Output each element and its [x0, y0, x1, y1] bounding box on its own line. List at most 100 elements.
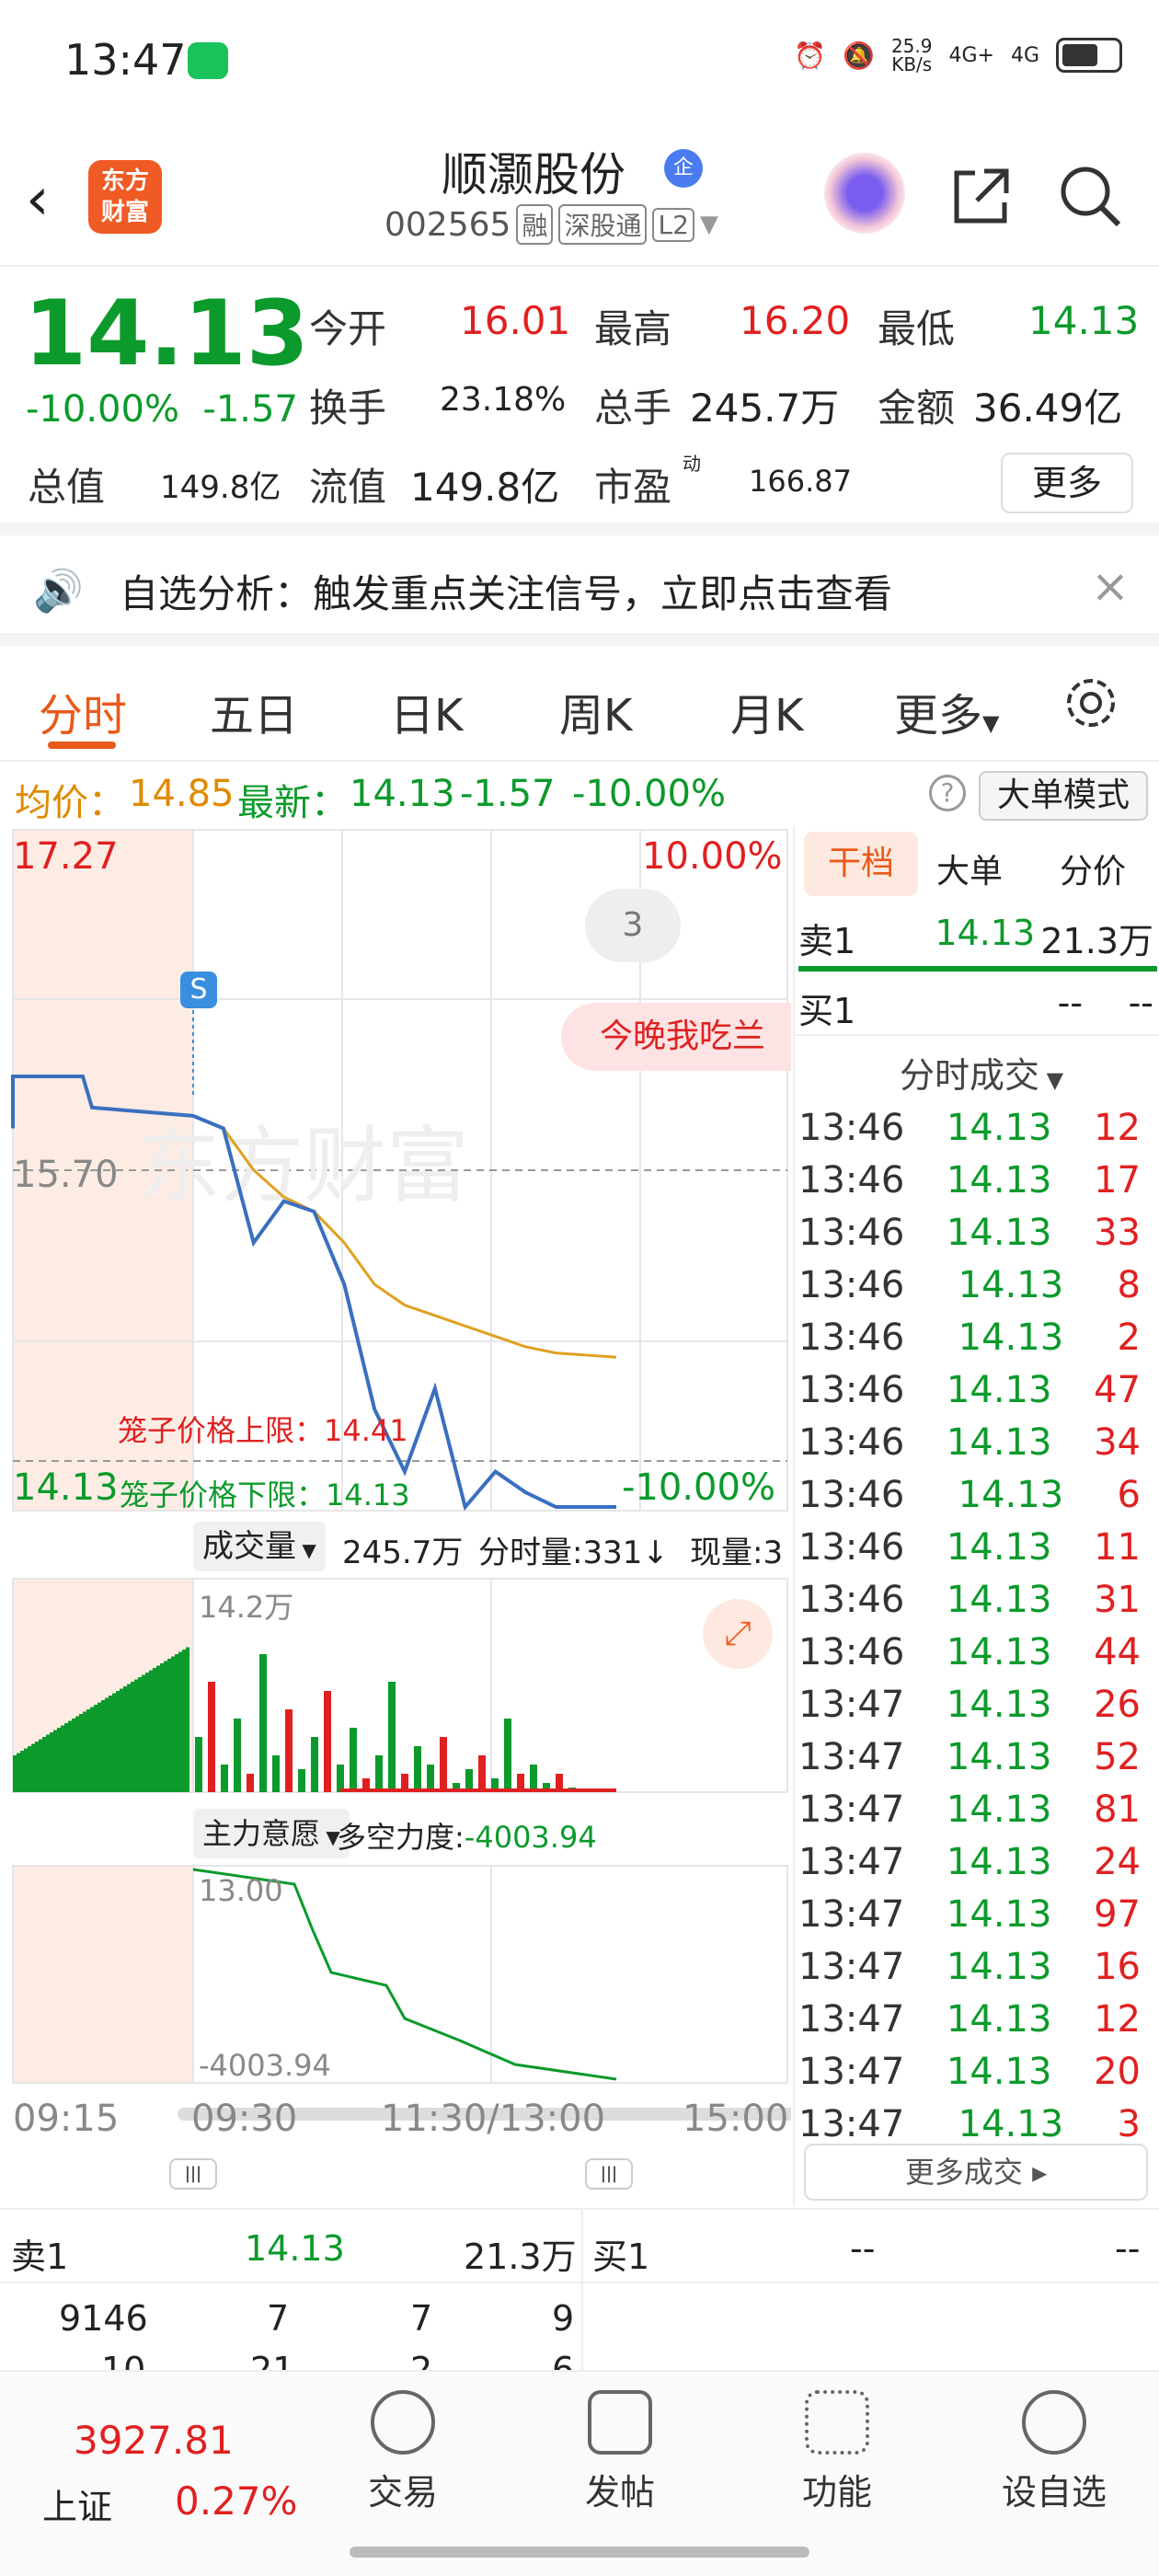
stock-code-row[interactable]: 002565 融 深股通 L2 ▼: [384, 204, 718, 245]
time-open: 09:30: [191, 2098, 298, 2140]
tick-price: 14.13: [958, 1474, 1064, 1516]
nav-post[interactable]: 发帖: [537, 2390, 703, 2514]
tab-intraday[interactable]: 分时: [39, 679, 127, 743]
high-label: 最高: [594, 306, 672, 351]
tab-monthly-k[interactable]: 月K: [730, 679, 803, 743]
nav-functions[interactable]: 功能: [754, 2390, 920, 2514]
dropdown-icon[interactable]: ▼: [700, 211, 718, 238]
force-selector[interactable]: 主力意愿 ▼: [193, 1809, 350, 1858]
volume-bar: [75, 1716, 79, 1792]
scroll-handle-left[interactable]: |||: [169, 2158, 217, 2190]
volume-bar: [427, 1765, 434, 1792]
index-widget[interactable]: 3927.81 上证 0.27%: [37, 2381, 313, 2537]
wechat-icon: [188, 42, 228, 79]
tick-vol: 44: [1094, 1631, 1141, 1673]
volume-bar: [153, 1668, 156, 1792]
volume-bar: [28, 1746, 31, 1792]
volume-bar: [175, 1654, 178, 1792]
force-label: 主力意愿: [202, 1816, 321, 1851]
tick-vol: 12: [1094, 1107, 1141, 1149]
tick-vol: 2: [1117, 1317, 1141, 1359]
volume-bar: [105, 1697, 109, 1792]
volume-bar: [131, 1682, 134, 1792]
eastmoney-logo[interactable]: 东方 财富: [88, 160, 162, 234]
notice-text: 自选分析：触发重点关注信号，立即点击查看: [120, 571, 893, 616]
tick-vol: 81: [1094, 1788, 1141, 1831]
tab-more[interactable]: 更多▼: [894, 679, 999, 743]
tick-time: 13:47: [798, 2051, 905, 2093]
promo-banner[interactable]: 今晚我吃兰: [561, 1003, 791, 1071]
tick-price: 14.13: [958, 1317, 1064, 1359]
volume-bar: [90, 1707, 94, 1792]
quote-more-button[interactable]: 更多: [1001, 453, 1133, 513]
tab-price-dist[interactable]: 分价: [1060, 845, 1126, 892]
tab-weekly-k[interactable]: 周K: [559, 679, 632, 743]
tick-row: 13:46 14.13 47: [798, 1364, 1141, 1417]
tick-price: 14.13: [946, 1736, 1052, 1778]
status-time: 13:47: [64, 35, 187, 85]
tick-time: 13:47: [798, 1946, 905, 1988]
time-start: 09:15: [13, 2098, 120, 2140]
volume-label: 成交量: [202, 1528, 296, 1565]
volume-bar: [298, 1769, 305, 1792]
chart-tabs: 分时 五日 日K 周K 月K 更多▼: [0, 646, 1159, 762]
high-value: 16.20: [740, 298, 851, 343]
signal-notice[interactable]: 🔊 自选分析：触发重点关注信号，立即点击查看 ×: [0, 535, 1159, 646]
pe-value: 166.87: [749, 464, 852, 499]
volume-bar: [46, 1734, 50, 1792]
help-icon[interactable]: ?: [929, 775, 966, 811]
pe-sup: 动: [683, 453, 701, 475]
volume-bar: [388, 1682, 396, 1792]
index-value: 3927.81: [74, 2418, 234, 2463]
bb-sell1-label: 卖1: [11, 2237, 69, 2277]
tick-row: 13:47 14.13 52: [798, 1731, 1141, 1784]
volume-bar: [42, 1737, 46, 1792]
tick-vol: 8: [1117, 1264, 1141, 1306]
tick-row: 13:46 14.13 33: [798, 1207, 1141, 1259]
status-icons: ⏰ 🔕 25.9 KB/s 4G+ 4G: [794, 37, 1122, 74]
back-icon[interactable]: ‹: [26, 166, 50, 234]
right-sell1-row: 卖1 14.13 21.3万: [798, 913, 1153, 963]
share-icon[interactable]: [947, 162, 1016, 230]
sell1-vol: 21.3万: [1040, 921, 1153, 961]
nav-post-label: 发帖: [584, 2472, 655, 2513]
tick-vol: 52: [1094, 1736, 1141, 1778]
volume-bar: [167, 1659, 171, 1792]
nav-add-watch[interactable]: 设自选: [971, 2390, 1137, 2514]
open-value: 16.01: [460, 298, 571, 343]
tab-big-order[interactable]: 大单: [936, 845, 1003, 892]
scroll-handle-right[interactable]: |||: [585, 2158, 633, 2190]
assistant-avatar[interactable]: [824, 153, 905, 234]
close-icon[interactable]: ×: [1091, 559, 1130, 613]
enterprise-badge[interactable]: 企: [664, 149, 703, 188]
avg-value: 14.85: [129, 773, 235, 815]
tick-row: 13:47 14.13 81: [798, 1784, 1141, 1836]
volume-bar: [164, 1661, 167, 1792]
tick-price: 14.13: [946, 1212, 1052, 1254]
amount-value: 36.49亿: [973, 385, 1123, 431]
sell-marker[interactable]: S: [180, 972, 217, 1008]
big-order-mode-button[interactable]: 大单模式: [979, 771, 1148, 821]
nav-trade[interactable]: 交易: [320, 2390, 486, 2514]
tick-vol: 47: [1094, 1369, 1141, 1411]
tab-daily-k[interactable]: 日K: [390, 679, 463, 743]
volume-label: 总手: [594, 385, 672, 431]
buy1-price: --: [1057, 983, 1084, 1023]
mute-icon: 🔕: [843, 40, 875, 71]
force-text-value: -4003.94: [464, 1820, 597, 1855]
volume-bar: [109, 1696, 112, 1792]
tick-time: 13:47: [798, 1998, 905, 2041]
ticks-title[interactable]: 分时成交 ▼: [900, 1047, 1063, 1098]
more-ticks-button[interactable]: 更多成交 ▸: [804, 2144, 1148, 2201]
volume-selector[interactable]: 成交量 ▼: [193, 1522, 326, 1571]
expand-icon[interactable]: ⤢: [703, 1599, 773, 1669]
tab-five-day[interactable]: 五日: [210, 679, 298, 743]
order-book-panel: 干档 大单 分价 卖1 14.13 21.3万 买1 -- -- 分时成交 ▼ …: [793, 826, 1159, 2206]
search-icon[interactable]: [1056, 162, 1124, 230]
count-badge[interactable]: 3: [585, 889, 681, 962]
volume-bar: [50, 1732, 53, 1792]
settings-icon[interactable]: [1061, 673, 1120, 732]
tab-level[interactable]: 干档: [804, 832, 918, 896]
tick-time: 13:47: [798, 1684, 905, 1726]
tick-vol: 31: [1094, 1579, 1141, 1621]
